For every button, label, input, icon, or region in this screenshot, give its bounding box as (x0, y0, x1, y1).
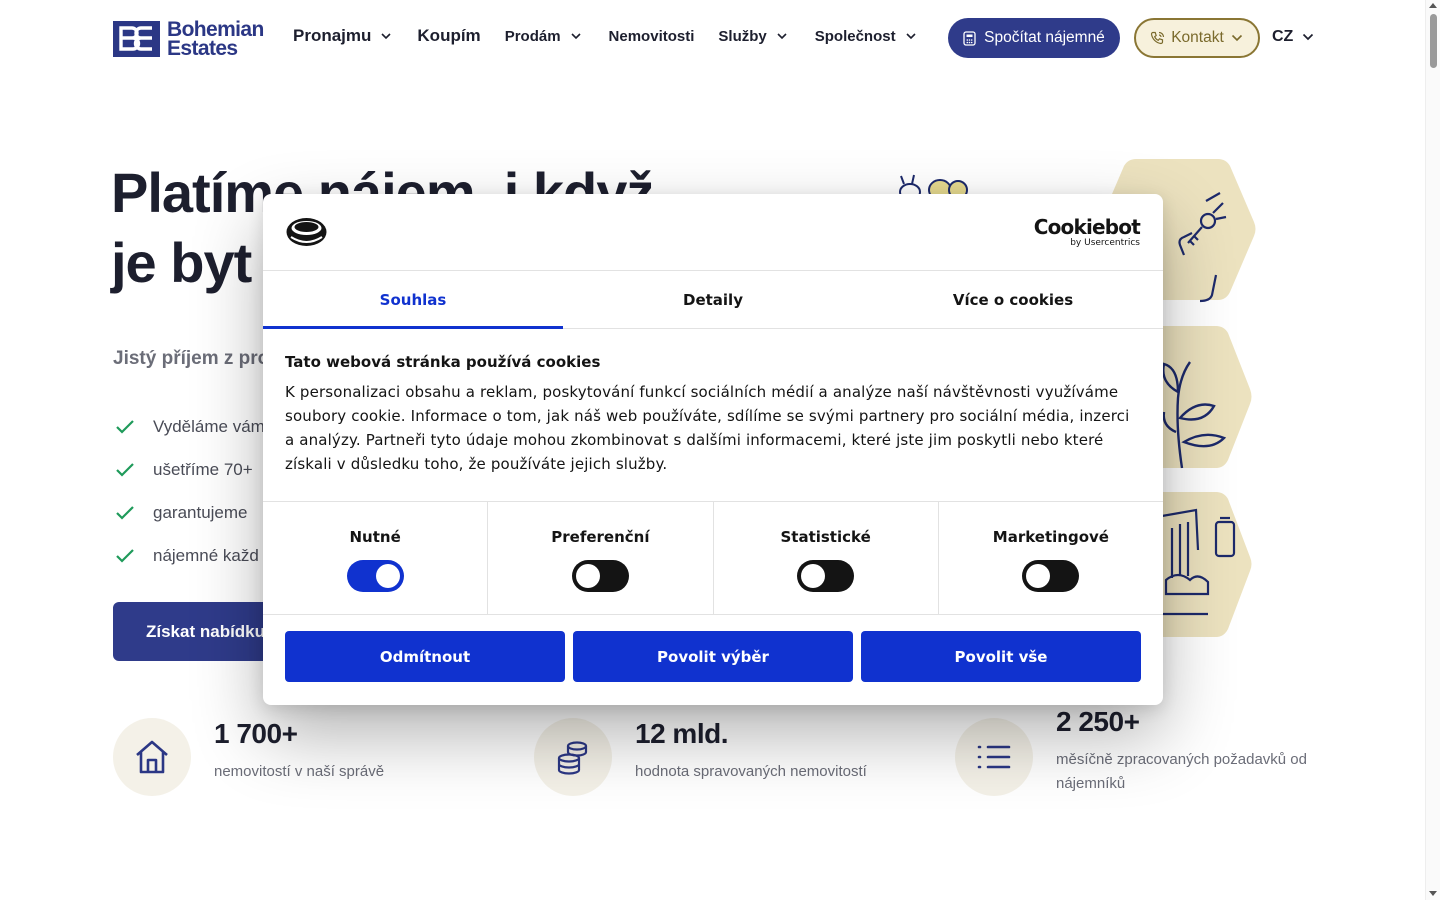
toggle-switch[interactable] (1022, 560, 1080, 592)
toggle-switch[interactable] (346, 560, 404, 592)
cookiebot-sub: by Usercentrics (1070, 238, 1140, 248)
toggle-necessary: Nutné (263, 502, 489, 614)
dialog-body: Tato webová stránka používá cookies K pe… (263, 329, 1163, 502)
consent-toggles: Nutné Preferenční Statistické Marketingo… (263, 502, 1163, 615)
dialog-text: K personalizaci obsahu a reklam, poskyto… (285, 383, 1130, 473)
toggle-label: Preferenční (551, 528, 650, 546)
scroll-down-arrow-icon[interactable] (1429, 891, 1437, 896)
toggle-switch[interactable] (797, 560, 855, 592)
toggle-knob (1026, 564, 1051, 588)
dialog-title: Tato webová stránka používá cookies (285, 353, 601, 371)
page-scrollbar[interactable] (1425, 0, 1440, 900)
cookie-consent-dialog: Cookiebot by Usercentrics Souhlas Detail… (263, 194, 1163, 705)
toggle-label: Statistické (780, 528, 871, 546)
decline-button[interactable]: Odmítnout (285, 631, 565, 682)
scroll-up-arrow-icon[interactable] (1429, 3, 1437, 8)
tab-souhlas[interactable]: Souhlas (263, 271, 563, 329)
cookie-logo-icon (286, 218, 327, 246)
toggle-marketing: Marketingové (939, 502, 1163, 614)
toggle-preferences: Preferenční (488, 502, 714, 614)
toggle-knob (375, 564, 400, 588)
toggle-knob (575, 564, 600, 588)
tab-vice-o-cookies[interactable]: Více o cookies (863, 271, 1163, 328)
toggle-statistics: Statistické (714, 502, 939, 614)
tab-detaily[interactable]: Detaily (563, 271, 863, 328)
toggle-label: Marketingové (992, 528, 1109, 546)
toggle-label: Nutné (349, 528, 401, 546)
allow-selection-button[interactable]: Povolit výběr (573, 631, 853, 682)
dialog-actions: Odmítnout Povolit výběr Povolit vše (263, 615, 1163, 682)
dialog-header: Cookiebot by Usercentrics (263, 194, 1163, 271)
scroll-thumb[interactable] (1430, 14, 1437, 68)
allow-all-button[interactable]: Povolit vše (861, 631, 1141, 682)
toggle-switch[interactable] (571, 560, 629, 592)
dialog-tabs: Souhlas Detaily Více o cookies (263, 271, 1163, 329)
cookiebot-brand[interactable]: Cookiebot by Usercentrics (1033, 215, 1141, 248)
toggle-knob (801, 564, 826, 588)
cookiebot-name: Cookiebot (1033, 215, 1141, 239)
